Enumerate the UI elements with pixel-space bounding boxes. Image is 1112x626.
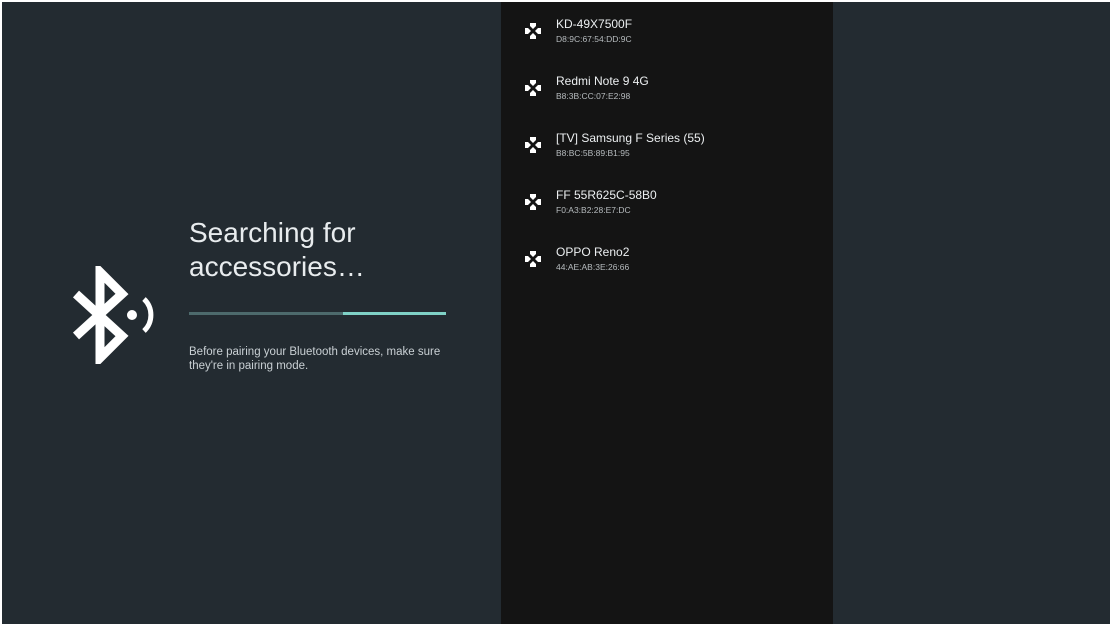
device-list-item[interactable]: KD-49X7500F D8:9C:67:54:DD:9C xyxy=(501,12,833,69)
device-mac-address: B8:BC:5B:89:B1:95 xyxy=(556,148,630,158)
bluetooth-searching-icon xyxy=(72,266,154,364)
gamepad-icon xyxy=(523,78,543,98)
search-progress-bar xyxy=(189,312,446,315)
device-list-item[interactable]: Redmi Note 9 4G B8:3B:CC:07:E2:98 xyxy=(501,69,833,126)
device-list-item[interactable]: FF 55R625C-58B0 F0:A3:B2:28:E7:DC xyxy=(501,183,833,240)
device-list-item[interactable]: OPPO Reno2 44:AE:AB:3E:26:66 xyxy=(501,240,833,297)
search-status-panel: Searching for accessories… Before pairin… xyxy=(2,2,501,624)
gamepad-icon xyxy=(523,249,543,269)
device-name: OPPO Reno2 xyxy=(556,245,630,259)
device-mac-address: F0:A3:B2:28:E7:DC xyxy=(556,205,631,215)
gamepad-icon xyxy=(523,192,543,212)
device-name: FF 55R625C-58B0 xyxy=(556,188,657,202)
bluetooth-pairing-screen: Searching for accessories… Before pairin… xyxy=(2,2,1110,624)
device-list: KD-49X7500F D8:9C:67:54:DD:9C Redmi Note 9… xyxy=(501,12,833,297)
device-list-item[interactable]: [TV] Samsung F Series (55) B8:BC:5B:89:B1… xyxy=(501,126,833,183)
device-mac-address: D8:9C:67:54:DD:9C xyxy=(556,34,632,44)
gamepad-icon xyxy=(523,21,543,41)
device-name: KD-49X7500F xyxy=(556,17,633,31)
device-mac-address: 44:AE:AB:3E:26:66 xyxy=(556,262,630,272)
gamepad-icon xyxy=(523,135,543,155)
page-title: Searching for accessories… xyxy=(189,217,365,282)
device-mac-address: B8:3B:CC:07:E2:98 xyxy=(556,91,631,101)
search-progress-indicator xyxy=(343,312,446,315)
pairing-hint-text: Before pairing your Bluetooth devices, m… xyxy=(189,346,441,372)
device-list-panel: KD-49X7500F D8:9C:67:54:DD:9C Redmi Note 9… xyxy=(501,2,833,624)
device-name: [TV] Samsung F Series (55) xyxy=(556,131,705,145)
device-name: Redmi Note 9 4G xyxy=(556,74,649,88)
